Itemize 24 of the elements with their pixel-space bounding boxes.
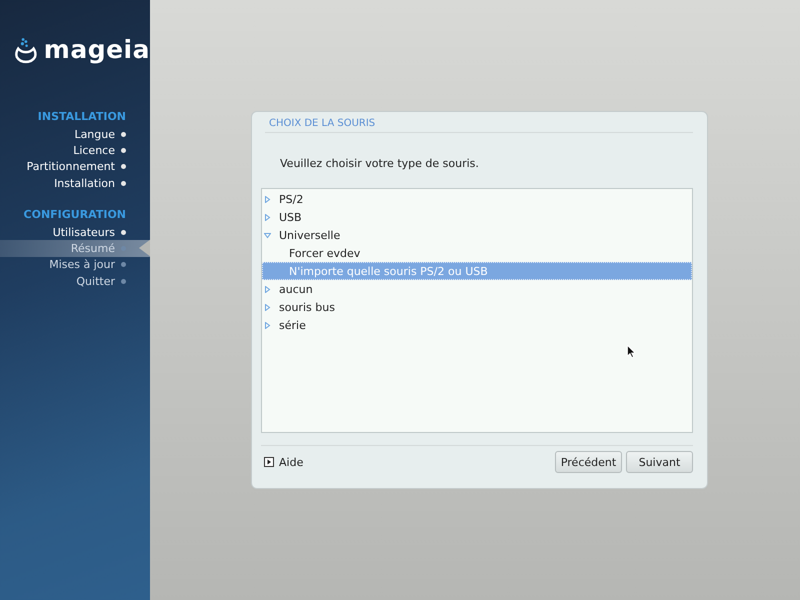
section-title: CONFIGURATION (22, 208, 126, 222)
tree-item[interactable]: Universelle (262, 226, 692, 244)
tree-item[interactable]: Forcer evdev (262, 244, 692, 262)
help-toggle[interactable]: Aide (264, 456, 304, 468)
step-item[interactable]: Mises à jour (0, 256, 126, 274)
tree-item[interactable]: aucun (262, 280, 692, 298)
tree-item[interactable]: USB (262, 208, 692, 226)
step-item[interactable]: Langue (0, 126, 126, 142)
dialog-button[interactable]: Précédent (555, 451, 622, 473)
step-item[interactable]: Licence (0, 142, 126, 159)
step-item[interactable]: Utilisateurs (0, 224, 126, 240)
step-item[interactable]: Partitionnement (0, 158, 126, 175)
dialog-button[interactable]: Suivant (626, 451, 693, 473)
tree-item[interactable]: souris bus (262, 298, 692, 316)
mouse-cursor-icon (627, 345, 636, 358)
dialog-title: CHOIX DE LA SOURIS (265, 118, 693, 133)
section-title: INSTALLATION (36, 110, 126, 124)
tree-item[interactable]: série (262, 316, 692, 334)
step-item[interactable]: Installation (0, 174, 126, 192)
expander-icon[interactable] (264, 457, 274, 467)
prompt-text: Veuillez choisir votre type de souris. (280, 157, 480, 170)
tree-item[interactable]: PS/2 (262, 190, 692, 208)
logo-wordmark: mageia (44, 37, 150, 66)
step-item[interactable]: Quitter (0, 273, 126, 290)
